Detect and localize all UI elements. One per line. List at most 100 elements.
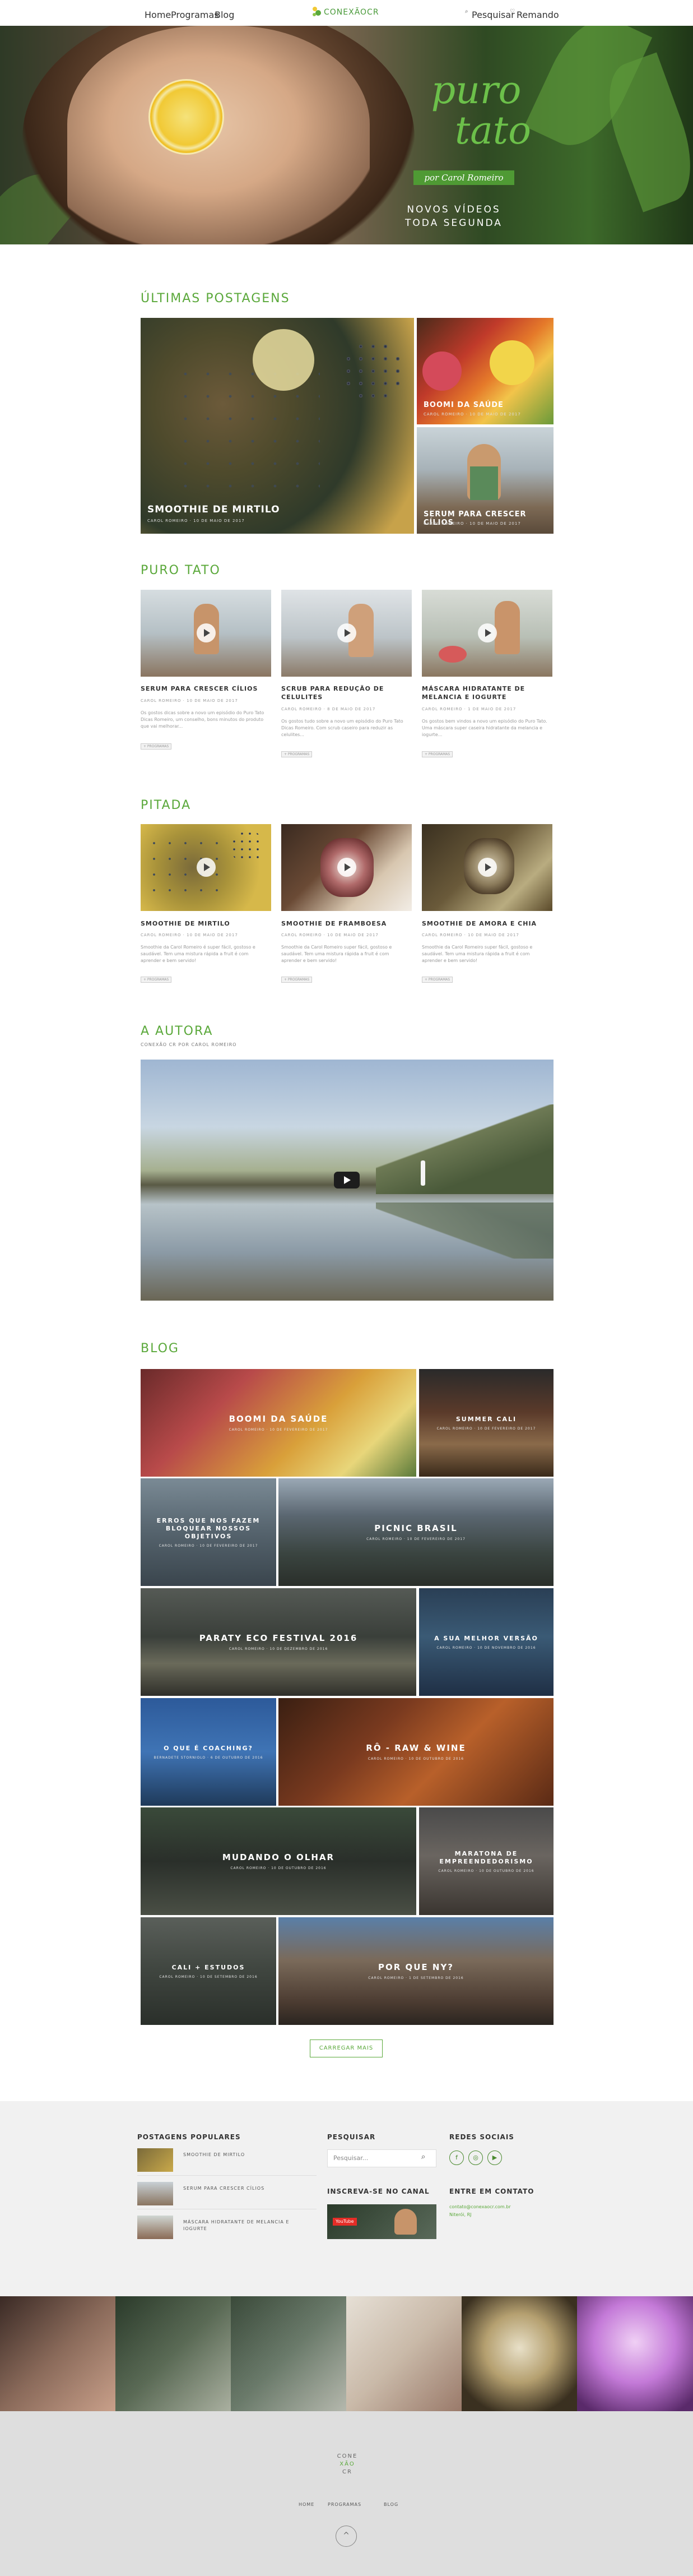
latest-featured-post[interactable]: SMOOTHIE DE MIRTILO CAROL ROMEIRO · 10 D… (141, 318, 414, 534)
blog-tile-boomi[interactable]: BOOMI DA SAÚDE CAROL ROMEIRO · 10 DE FEV… (141, 1369, 416, 1477)
nav-programas[interactable]: Programas (171, 10, 219, 20)
play-icon[interactable] (337, 623, 356, 642)
nav-blog[interactable]: Blog (215, 10, 234, 20)
heart-icon[interactable]: ♡ (510, 8, 515, 15)
puro-tato-card-tag-3[interactable]: + Programas (422, 751, 453, 757)
blog-title[interactable]: ERROS QUE NOS FAZEM BLOQUEAR NOSSOS OBJE… (141, 1517, 276, 1541)
puro-tato-thumb-2[interactable] (281, 590, 412, 677)
video-play-icon[interactable] (334, 1172, 360, 1188)
blog-title[interactable]: MARATONA DE EMPREENDEDORISMO (419, 1850, 554, 1866)
instagram-photo-3[interactable] (231, 2296, 346, 2411)
hero-banner[interactable]: puro tato por Carol Romeiro NOVOS VÍDEOS… (0, 26, 693, 244)
blog-title[interactable]: PICNIC BRASIL (369, 1523, 463, 1534)
pitada-card-tag-1[interactable]: + Programas (141, 977, 172, 983)
pitada-card-title-1[interactable]: SMOOTHIE DE MIRTILO (141, 919, 271, 928)
site-logo[interactable]: CONEXÃOCR (324, 8, 379, 17)
blog-tile-mudando-olhar[interactable]: MUDANDO O OLHAR CAROL ROMEIRO · 10 DE OU… (141, 1807, 416, 1915)
pitada-thumb-1[interactable] (141, 824, 271, 911)
puro-tato-thumb-3[interactable] (422, 590, 552, 677)
latest-boomi-title[interactable]: BOOMI DA SAÚDE (424, 401, 547, 409)
latest-post-serum[interactable]: SERUM PARA CRESCER CÍLIOS CAROL ROMEIRO … (417, 427, 554, 534)
blog-title[interactable]: PARATY ECO FESTIVAL 2016 (194, 1633, 364, 1644)
blog-title[interactable]: SUMMER CALI (450, 1416, 522, 1423)
puro-tato-card-title-1[interactable]: SERUM PARA CRESCER CÍLIOS (141, 685, 271, 693)
contact-title: ENTRE EM CONTATO (449, 2187, 534, 2195)
latest-featured-title[interactable]: SMOOTHIE DE MIRTILO (147, 504, 407, 515)
play-icon[interactable] (478, 858, 497, 877)
youtube-icon[interactable]: ▶ (487, 2150, 502, 2165)
pitada-card-title-3[interactable]: SMOOTHIE DE AMORA E CHIA (422, 919, 552, 928)
puro-tato-card-tag-2[interactable]: + Programas (281, 751, 313, 757)
load-more-button[interactable]: CARREGAR MAIS (310, 2039, 383, 2057)
search-icon[interactable]: ⌕ (465, 8, 468, 15)
pitada-card-tag-3[interactable]: + Programas (422, 977, 453, 983)
back-to-top-icon[interactable]: ^ (336, 2526, 357, 2547)
logo-icon[interactable] (311, 6, 322, 18)
header-remando-link[interactable]: Remando (517, 10, 559, 20)
blog-tile-summer-cali[interactable]: SUMMER CALI CAROL ROMEIRO · 10 DE FEVERE… (419, 1369, 554, 1477)
puro-tato-card-meta-3: CAROL ROMEIRO · 1 DE MAIO DE 2017 (422, 707, 517, 711)
blog-title[interactable]: BOOMI DA SAÚDE (224, 1414, 334, 1425)
blog-title[interactable]: RÔ - RAW & WINE (360, 1743, 471, 1754)
popular-thumb-1[interactable] (137, 2148, 173, 2172)
puro-tato-card-title-3[interactable]: MÁSCARA HIDRATANTE DE MELANCIA E IOGURTE (422, 685, 552, 701)
blog-tile-raw-wine[interactable]: RÔ - RAW & WINE CAROL ROMEIRO · 10 DE OU… (278, 1698, 554, 1806)
blog-title[interactable]: O QUE É COACHING? (158, 1745, 259, 1752)
play-icon[interactable] (478, 623, 497, 642)
section-title-pitada: PITADA (141, 798, 192, 812)
blog-title[interactable]: CALI + ESTUDOS (166, 1964, 251, 1972)
popular-post-2[interactable]: SERUM PARA CRESCER CÍLIOS (183, 2185, 312, 2192)
footer-search-input[interactable]: Pesquisar... (327, 2149, 436, 2167)
popular-thumb-2[interactable] (137, 2182, 173, 2205)
blog-tile-ny[interactable]: POR QUE NY? CAROL ROMEIRO · 1 DE SETEMBR… (278, 1917, 554, 2025)
puro-tato-card-title-2[interactable]: SCRUB PARA REDUÇÃO DE CELULITES (281, 685, 412, 701)
blog-tile-cali-estudos[interactable]: CALI + ESTUDOS CAROL ROMEIRO · 10 DE SET… (141, 1917, 276, 2025)
search-icon[interactable]: ⌕ (421, 2153, 425, 2161)
puro-tato-thumb-1[interactable] (141, 590, 271, 677)
footer-nav-home[interactable]: HOME (299, 2502, 314, 2507)
popular-thumb-3[interactable] (137, 2216, 173, 2239)
youtube-subscribe-banner[interactable]: YouTube (327, 2204, 436, 2239)
play-icon[interactable] (337, 858, 356, 877)
footer-nav-blog[interactable]: BLOG (384, 2502, 398, 2507)
puro-tato-card-meta-2: CAROL ROMEIRO · 8 DE MAIO DE 2017 (281, 707, 376, 711)
blog-title[interactable]: MUDANDO O OLHAR (217, 1852, 340, 1863)
autora-video[interactable] (141, 1060, 554, 1301)
contact-email[interactable]: contato@conexaocr.com.br (449, 2204, 511, 2209)
popular-post-3[interactable]: MÁSCARA HIDRATANTE DE MELANCIA E IOGURTE (183, 2219, 295, 2232)
play-icon[interactable] (197, 858, 216, 877)
blog-tile-erros[interactable]: ERROS QUE NOS FAZEM BLOQUEAR NOSSOS OBJE… (141, 1478, 276, 1586)
pitada-thumb-3[interactable] (422, 824, 552, 911)
blog-tile-maratona[interactable]: MARATONA DE EMPREENDEDORISMO CAROL ROMEI… (419, 1807, 554, 1915)
popular-post-1[interactable]: SMOOTHIE DE MIRTILO (183, 2152, 312, 2158)
blog-tile-picnic[interactable]: PICNIC BRASIL CAROL ROMEIRO · 10 DE FEVE… (278, 1478, 554, 1586)
instagram-photo-5[interactable] (462, 2296, 577, 2411)
pitada-card-title-2[interactable]: SMOOTHIE DE FRAMBOESA (281, 919, 412, 928)
pitada-thumb-2[interactable] (281, 824, 412, 911)
instagram-photo-4[interactable] (346, 2296, 462, 2411)
instagram-photo-1[interactable] (0, 2296, 115, 2411)
latest-post-boomi[interactable]: BOOMI DA SAÚDE CAROL ROMEIRO · 10 DE MAI… (417, 318, 554, 424)
blog-meta: BERNADETE STORNIOLO · 6 DE OUTUBRO DE 20… (154, 1755, 263, 1760)
play-icon[interactable] (197, 623, 216, 642)
blog-tile-melhor-versao[interactable]: A SUA MELHOR VERSÃO CAROL ROMEIRO · 10 D… (419, 1588, 554, 1696)
puro-tato-card-meta-1: CAROL ROMEIRO · 10 DE MAIO DE 2017 (141, 699, 238, 703)
instagram-photo-6[interactable] (577, 2296, 693, 2411)
nav-home[interactable]: Home (145, 10, 171, 20)
header-search-link[interactable]: Pesquisar (472, 10, 515, 20)
instagram-icon[interactable]: ◎ (468, 2150, 483, 2165)
blog-tile-paraty[interactable]: PARATY ECO FESTIVAL 2016 CAROL ROMEIRO ·… (141, 1588, 416, 1696)
pitada-card-meta-3: CAROL ROMEIRO · 10 DE MAIO DE 2017 (422, 933, 519, 937)
section-title-autora: A AUTORA (141, 1024, 213, 1038)
footer-logo[interactable]: CONE XÃO CR (331, 2453, 364, 2476)
puro-tato-card-tag-1[interactable]: + Programas (141, 743, 172, 750)
instagram-photo-2[interactable] (115, 2296, 231, 2411)
blog-tile-coaching[interactable]: O QUE É COACHING? BERNADETE STORNIOLO · … (141, 1698, 276, 1806)
pitada-card-meta-1: CAROL ROMEIRO · 10 DE MAIO DE 2017 (141, 933, 238, 937)
pitada-card-tag-2[interactable]: + Programas (281, 977, 313, 983)
youtube-label[interactable]: YouTube (333, 2218, 357, 2226)
blog-title[interactable]: POR QUE NY? (373, 1962, 459, 1973)
blog-title[interactable]: A SUA MELHOR VERSÃO (429, 1635, 544, 1643)
facebook-icon[interactable]: f (449, 2150, 464, 2165)
footer-nav-programas[interactable]: PROGRAMAS (328, 2502, 361, 2507)
